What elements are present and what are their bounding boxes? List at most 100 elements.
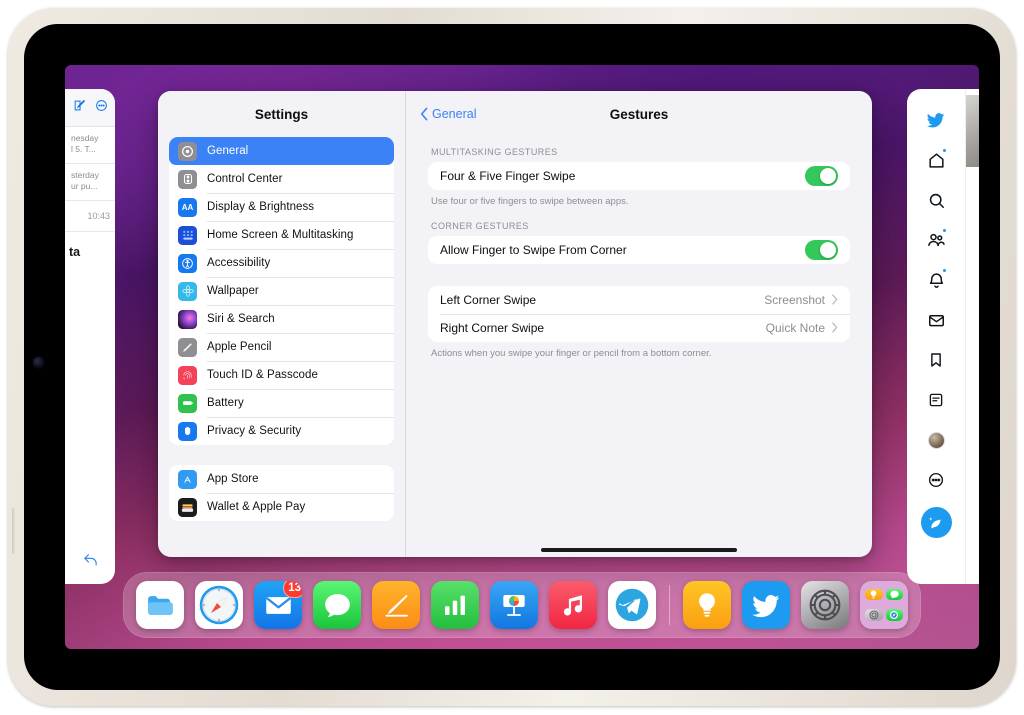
notification-dot: [942, 268, 947, 273]
notification-dot: [942, 228, 947, 233]
row-left-corner-swipe[interactable]: Left Corner Swipe Screenshot: [428, 286, 850, 314]
row-allow-finger-swipe-corner[interactable]: Allow Finger to Swipe From Corner: [428, 236, 850, 264]
gear-icon: [178, 141, 197, 161]
mail-item-preview: ur pu...: [71, 181, 98, 192]
folder-mini-ideas: [865, 589, 883, 601]
tweet-media-thumbnail: [966, 95, 979, 167]
toggle-allow-finger-swipe-corner[interactable]: [805, 240, 838, 260]
corner-swipe-actions-card: Left Corner Swipe Screenshot Right Corne…: [428, 285, 850, 342]
app-store-icon: [178, 469, 197, 489]
sidebar-item-wallpaper[interactable]: Wallpaper: [169, 277, 394, 305]
dock-app-safari[interactable]: [195, 581, 243, 629]
battery-icon: [178, 393, 197, 413]
mail-app-window[interactable]: nesday l 5. T... sterday ur pu... 10:43 …: [65, 89, 115, 584]
search-icon[interactable]: [916, 180, 956, 220]
toggle-knob: [820, 167, 837, 185]
chevron-right-icon: [832, 294, 838, 305]
sidebar-item-control-center[interactable]: Control Center: [169, 165, 394, 193]
more-circle-icon[interactable]: [916, 460, 956, 500]
twitter-app-window[interactable]: [907, 89, 979, 584]
row-label: Allow Finger to Swipe From Corner: [440, 242, 627, 257]
sidebar-item-touch-id-passcode[interactable]: Touch ID & Passcode: [169, 361, 394, 389]
ipad-device: nesday l 5. T... sterday ur pu... 10:43 …: [8, 8, 1016, 706]
bookmark-icon[interactable]: [916, 340, 956, 380]
sidebar-item-display-brightness[interactable]: AA Display & Brightness: [169, 193, 394, 221]
home-indicator[interactable]: [541, 548, 737, 552]
mail-item-date: sterday: [71, 169, 99, 180]
lists-icon[interactable]: [916, 380, 956, 420]
back-button[interactable]: General: [420, 107, 476, 121]
sidebar-item-siri-search[interactable]: Siri & Search: [169, 305, 394, 333]
multitasking-card: Four & Five Finger Swipe: [428, 162, 850, 190]
sidebar-item-privacy-security[interactable]: Privacy & Security: [169, 417, 394, 445]
twitter-bird-icon[interactable]: [916, 100, 956, 140]
dock-app-messages[interactable]: [313, 581, 361, 629]
dock-app-mail[interactable]: 13: [254, 581, 302, 629]
row-value-group: Screenshot: [764, 293, 838, 307]
dock-app-notes[interactable]: [372, 581, 420, 629]
section-header-multitasking: Multitasking Gestures: [431, 147, 558, 157]
mail-toolbar: [65, 89, 115, 127]
section-header-corner: Corner Gestures: [431, 220, 529, 231]
avatar: [927, 431, 945, 449]
settings-group-store: App Store Wallet & Apple Pay: [169, 465, 394, 521]
sidebar-item-label: Home Screen & Multitasking: [207, 229, 354, 241]
dock-app-ideas[interactable]: [683, 581, 731, 629]
row-four-five-finger-swipe[interactable]: Four & Five Finger Swipe: [428, 162, 850, 190]
sidebar-item-home-screen-multitasking[interactable]: Home Screen & Multitasking: [169, 221, 394, 249]
envelope-icon[interactable]: [916, 300, 956, 340]
more-circle-icon[interactable]: [95, 99, 108, 117]
sidebar-item-label: App Store: [207, 473, 259, 485]
toggle-four-five-finger-swipe[interactable]: [805, 166, 838, 186]
sidebar-item-label: Wallpaper: [207, 285, 259, 297]
profile-avatar-icon[interactable]: [916, 420, 956, 460]
dock-app-telegram[interactable]: [608, 581, 656, 629]
row-label: Right Corner Swipe: [440, 320, 545, 335]
dock-app-keynote[interactable]: [490, 581, 538, 629]
dock-app-files[interactable]: [136, 581, 184, 629]
detail-content: Multitasking Gestures Four & Five Finger…: [406, 137, 872, 557]
volume-button[interactable]: [12, 508, 16, 554]
sidebar-item-label: Siri & Search: [207, 313, 275, 325]
settings-sidebar-list[interactable]: General Control Center AA Display & Brig…: [158, 137, 405, 557]
folder-mini-settings: [865, 609, 883, 622]
chevron-left-icon: [420, 107, 428, 121]
bell-icon[interactable]: [916, 260, 956, 300]
sidebar-item-label: Battery: [207, 397, 244, 409]
row-label: Left Corner Swipe: [440, 292, 537, 307]
ipad-screen: nesday l 5. T... sterday ur pu... 10:43 …: [65, 65, 979, 649]
sidebar-item-apple-pencil[interactable]: Apple Pencil: [169, 333, 394, 361]
communities-icon[interactable]: [916, 220, 956, 260]
sidebar-item-general[interactable]: General: [169, 137, 394, 165]
corner-gestures-card: Allow Finger to Swipe From Corner: [428, 235, 850, 264]
notification-dot: [942, 148, 947, 153]
sidebar-item-app-store[interactable]: App Store: [169, 465, 394, 493]
siri-icon: [178, 309, 197, 329]
row-right-corner-swipe[interactable]: Right Corner Swipe Quick Note: [428, 313, 850, 342]
dock-app-folder[interactable]: [860, 581, 908, 629]
compose-feather-icon[interactable]: [920, 507, 952, 538]
compose-icon[interactable]: [73, 99, 86, 117]
home-icon[interactable]: [916, 140, 956, 180]
pencil-icon: [178, 337, 197, 357]
dock-app-twitter[interactable]: [742, 581, 790, 629]
mail-item-preview: l 5. T...: [71, 144, 96, 155]
sidebar-item-accessibility[interactable]: Accessibility: [169, 249, 394, 277]
reply-arrow-icon[interactable]: [65, 552, 115, 574]
dock-app-numbers[interactable]: [431, 581, 479, 629]
settings-app-window[interactable]: Settings General Control Center AA Displ…: [158, 91, 872, 557]
front-camera-icon: [33, 357, 44, 368]
sidebar-item-wallet-apple-pay[interactable]: Wallet & Apple Pay: [169, 493, 394, 521]
row-value-group: Quick Note: [766, 321, 838, 335]
dock-app-music[interactable]: [549, 581, 597, 629]
dock-app-settings[interactable]: [801, 581, 849, 629]
sidebar-item-battery[interactable]: Battery: [169, 389, 394, 417]
folder-mini-compass: [885, 609, 903, 622]
mail-message-title: ta: [69, 245, 81, 260]
settings-group-system: General Control Center AA Display & Brig…: [169, 137, 394, 445]
sidebar-item-label: Touch ID & Passcode: [207, 369, 318, 381]
back-button-label: General: [432, 107, 477, 121]
sidebar-item-label: Apple Pencil: [207, 341, 272, 353]
mail-list-item[interactable]: sterday ur pu...: [65, 164, 115, 201]
mail-list-item[interactable]: nesday l 5. T...: [65, 127, 115, 164]
